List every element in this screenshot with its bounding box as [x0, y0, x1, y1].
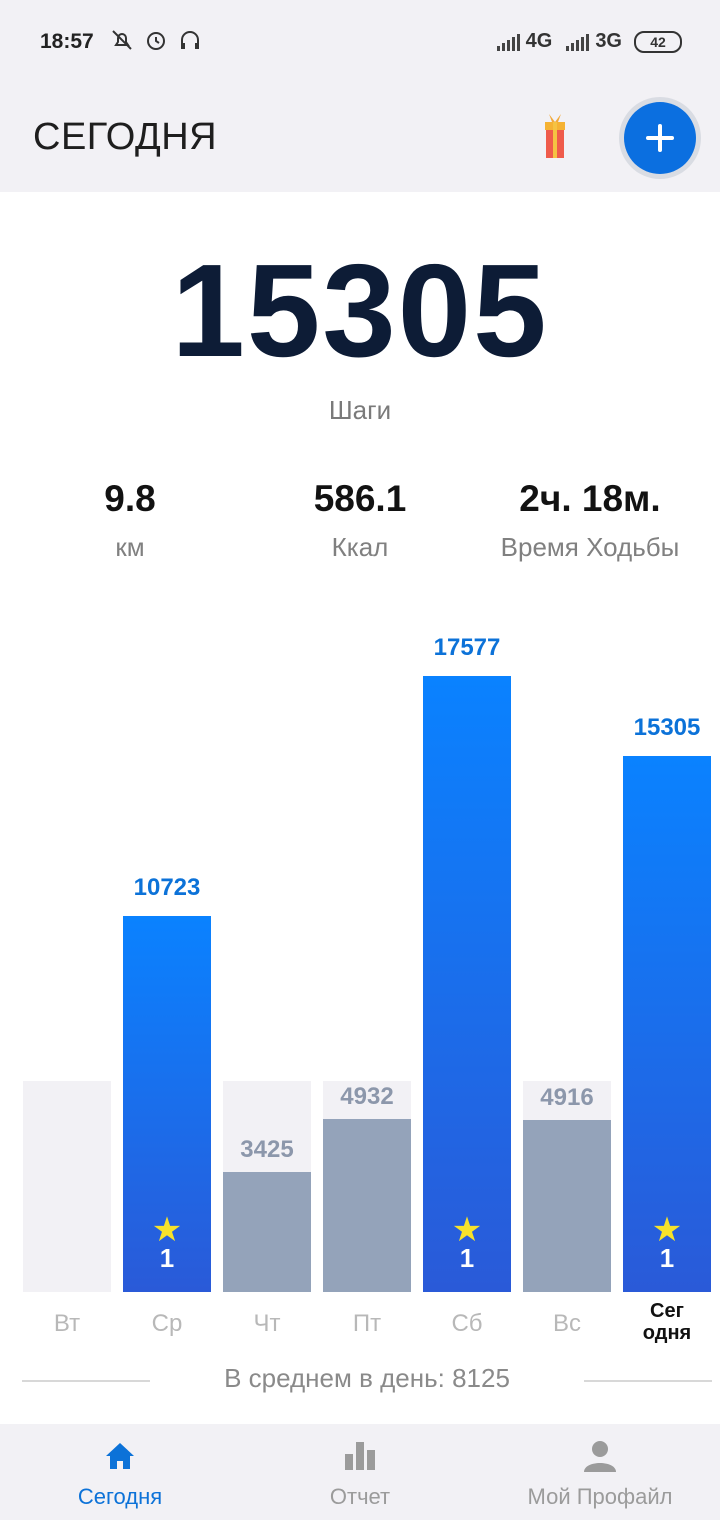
bar-value-label: 17577: [433, 634, 501, 661]
nav-report[interactable]: Отчет: [240, 1424, 480, 1520]
headphones-icon: [181, 31, 199, 49]
bar-value-label: 15305: [633, 714, 701, 741]
distance-unit: км: [115, 532, 145, 562]
day-label: Пт: [352, 1310, 382, 1337]
day-label: Вс: [552, 1310, 581, 1337]
day-label: Сб: [451, 1310, 483, 1337]
distance-value: 9.8: [104, 478, 156, 519]
steps-label: Шаги: [328, 395, 392, 425]
alarm-icon: [147, 32, 165, 50]
status-right: 4G 3G 42: [496, 30, 682, 53]
day-label: Ср: [151, 1310, 183, 1337]
bar[interactable]: [423, 676, 511, 1292]
gift-icon[interactable]: [543, 114, 567, 160]
status-bar: 18:57 4G 3G 42: [0, 0, 720, 86]
calories-unit: Ккал: [331, 532, 389, 562]
home-icon: [106, 1443, 134, 1469]
network-label: 3G: [595, 30, 622, 52]
star-count: 1: [159, 1243, 175, 1273]
calories-value: 586.1: [313, 478, 407, 519]
walking-time-stat: 2ч. 18м. Время Ходьбы: [480, 478, 700, 563]
bar-track: [23, 1081, 111, 1292]
nav-label: Отчет: [329, 1484, 391, 1509]
app-header: СЕГОДНЯ: [0, 86, 720, 192]
bar-value-label: 3425: [240, 1136, 294, 1163]
bar-chart-icon: [345, 1442, 375, 1470]
signal-icon: [566, 33, 590, 51]
walking-time-value: 2ч. 18м.: [519, 478, 661, 519]
bar-value-label: 4932: [340, 1083, 394, 1110]
status-icons: [110, 28, 202, 52]
bar[interactable]: [323, 1119, 411, 1292]
day-label: Чт: [253, 1310, 281, 1337]
distance-stat: 9.8 км: [60, 478, 200, 563]
day-label: Сег одня: [642, 1300, 692, 1344]
bar[interactable]: [223, 1172, 311, 1292]
person-icon: [584, 1441, 616, 1472]
star-count: 1: [459, 1243, 475, 1273]
muted-bell-icon: [112, 30, 132, 50]
add-button[interactable]: [624, 102, 696, 174]
steps-count: 15305: [171, 237, 549, 384]
bar-value-label: 4916: [540, 1084, 594, 1111]
bottom-nav: Сегодня Отчет Мой Профайл: [0, 1424, 720, 1520]
signal-icon: [496, 33, 520, 51]
daily-average: В среднем в день: 8125: [224, 1363, 510, 1393]
network-label: 4G: [525, 30, 553, 52]
walking-time-label: Время Ходьбы: [500, 532, 680, 562]
status-time: 18:57: [40, 30, 94, 53]
bar-value-label: 10723: [133, 874, 201, 901]
battery-icon: 42: [634, 30, 682, 53]
nav-label: Мой Профайл: [527, 1484, 673, 1509]
nav-profile[interactable]: Мой Профайл: [480, 1424, 720, 1520]
page-title: СЕГОДНЯ: [33, 116, 218, 158]
nav-label: Сегодня: [77, 1484, 163, 1509]
bar[interactable]: [523, 1120, 611, 1292]
nav-today[interactable]: Сегодня: [0, 1424, 240, 1520]
day-label: Вт: [53, 1310, 81, 1337]
star-count: 1: [659, 1243, 675, 1273]
calories-stat: 586.1 Ккал: [260, 478, 460, 563]
